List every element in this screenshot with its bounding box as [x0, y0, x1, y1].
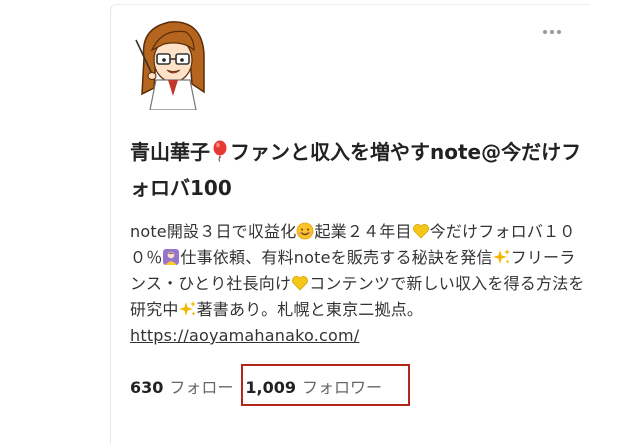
profile-website-link[interactable]: https://aoyamahanako.com/	[130, 326, 359, 345]
page-title: 青山華子 ファンと収入を増やすnote@今だけフォロバ100	[130, 134, 590, 206]
bio-text-1: note開設３日で収益化	[130, 222, 297, 241]
sparkles-icon	[492, 248, 511, 266]
more-options-icon[interactable]	[540, 26, 564, 38]
sparkles-icon	[178, 300, 197, 318]
following-count-link[interactable]: 630 フォロー	[130, 376, 233, 400]
balloon-icon	[210, 137, 230, 162]
avatar[interactable]	[134, 14, 214, 111]
bio-text-2: 起業２４年目	[314, 222, 412, 241]
followers-highlight-box	[241, 364, 410, 406]
following-label: フォロー	[169, 378, 234, 397]
bio-text-4: 仕事依頼、有料noteを販売する秘訣を発信	[180, 248, 493, 267]
smiling-face-icon	[296, 222, 314, 240]
yellow-heart-icon	[412, 222, 430, 240]
profile-bio: note開設３日で収益化 起業２４年目 今だけフォロバ１００％ 仕事依頼、有料note…	[130, 219, 586, 349]
bio-text-7: 著書あり。札幌と東京二拠点。	[196, 300, 424, 319]
yellow-heart-icon	[291, 274, 309, 292]
following-count: 630	[130, 378, 164, 397]
person-icon	[162, 248, 180, 266]
profile-name: 青山華子	[130, 140, 210, 164]
